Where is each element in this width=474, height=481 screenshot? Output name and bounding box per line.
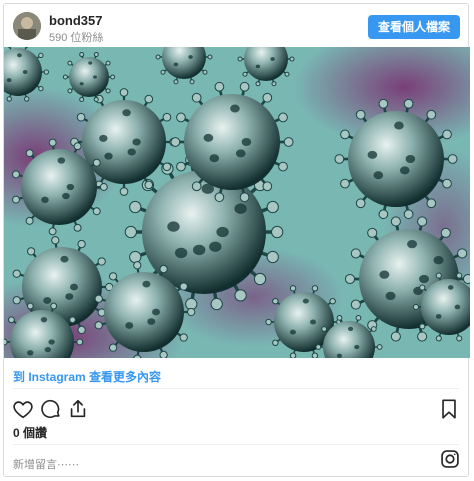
post-header: bond357 590 位粉絲 查看個人檔案 bbox=[4, 4, 468, 48]
instagram-logo-icon[interactable] bbox=[440, 449, 460, 469]
add-comment-placeholder[interactable]: 新增留言⋯⋯ bbox=[13, 456, 79, 472]
view-more-on-instagram-link[interactable]: 到 Instagram 查看更多內容 bbox=[13, 368, 161, 385]
like-count: 0 個讚 bbox=[13, 426, 48, 440]
follower-count: 590 位粉絲 bbox=[49, 32, 104, 44]
post-image[interactable] bbox=[4, 47, 470, 358]
username[interactable]: bond357 bbox=[49, 13, 102, 28]
instagram-embed-card: bond357 590 位粉絲 查看個人檔案 到 Instagram 查看更多內… bbox=[3, 3, 470, 477]
bookmark-icon[interactable] bbox=[438, 398, 460, 420]
view-profile-button[interactable]: 查看個人檔案 bbox=[367, 15, 460, 39]
comment-bubble-icon[interactable] bbox=[40, 398, 62, 420]
divider bbox=[13, 444, 459, 445]
divider bbox=[13, 388, 459, 389]
share-icon[interactable] bbox=[67, 398, 89, 420]
avatar[interactable] bbox=[13, 12, 41, 40]
heart-icon[interactable] bbox=[12, 398, 34, 420]
